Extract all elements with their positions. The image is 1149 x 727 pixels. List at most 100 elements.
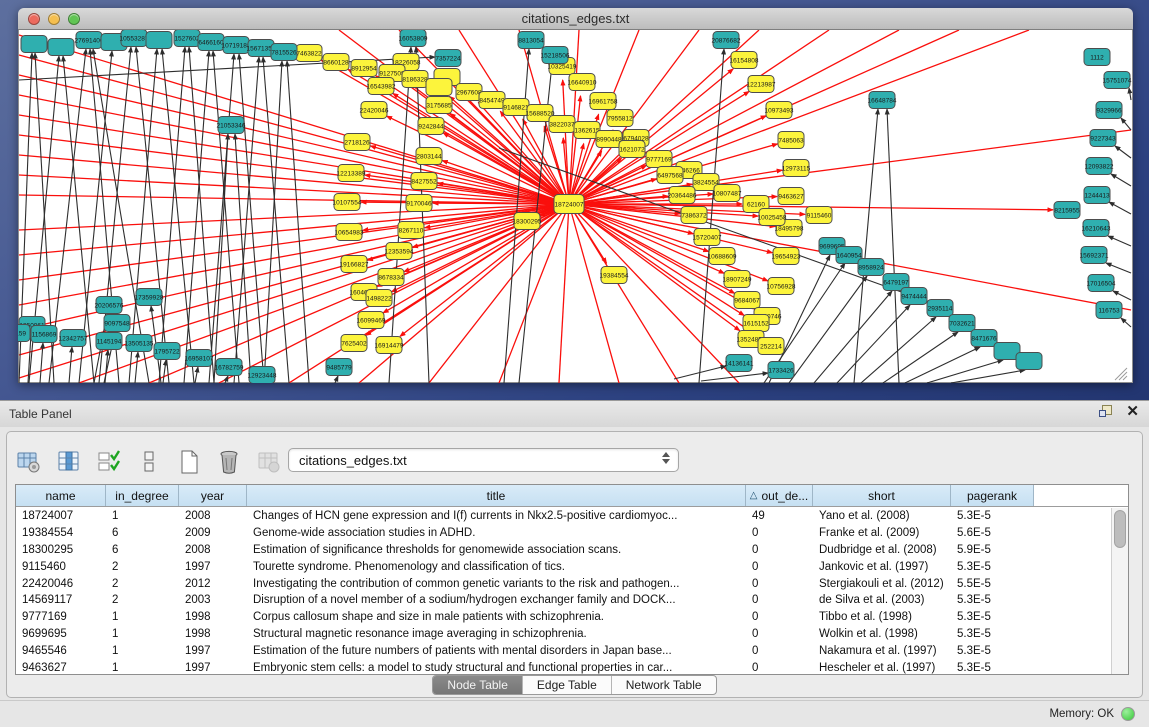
table-cell[interactable]: 2008 [179,544,247,556]
table-cell[interactable]: 9777169 [16,611,106,623]
table-cell[interactable]: 0 [746,662,813,674]
table-cell[interactable]: 5.9E-5 [951,544,1034,556]
table-cell[interactable]: Estimation of the future numbers of pati… [247,645,746,657]
table-row[interactable]: 1456911722003Disruption of a novel membe… [16,592,1111,609]
table-cell[interactable]: 6 [106,544,179,556]
resize-grip[interactable] [1123,376,1127,380]
table-cell[interactable]: 0 [746,561,813,573]
table-cell[interactable]: Investigating the contribution of common… [247,578,746,590]
network-canvas-area[interactable]: 1872400774638228660128891295418226058912… [18,30,1133,383]
table-row[interactable]: 977716911998Corpus callosum shape and si… [16,609,1111,626]
memory-status-indicator[interactable] [1121,707,1135,721]
column-header-out_de[interactable]: △out_de... [746,485,813,506]
table-cell[interactable]: Nakamura et al. (1997) [813,645,951,657]
tab-edge-table[interactable]: Edge Table [522,676,611,694]
table-row[interactable]: 1872400712008Changes of HCN gene express… [16,508,1111,525]
table-cell[interactable]: 0 [746,544,813,556]
table-cell[interactable]: 49 [746,510,813,522]
table-cell[interactable]: 5.3E-5 [951,611,1034,623]
table-cell[interactable]: 18300295 [16,544,106,556]
table-cell[interactable]: Wolkin et al. (1998) [813,628,951,640]
table-cell[interactable]: Stergiakouli et al. (2012) [813,578,951,590]
column-header-in_degree[interactable]: in_degree [106,485,179,506]
table-cell[interactable]: 5.3E-5 [951,628,1034,640]
table-cell[interactable]: 0 [746,578,813,590]
table-cell[interactable]: 1997 [179,662,247,674]
table-row[interactable]: 1830029562008Estimation of significance … [16,542,1111,559]
select-column-icon[interactable] [55,448,83,476]
graph-node[interactable] [21,36,47,53]
table-cell[interactable]: 1997 [179,561,247,573]
table-cell[interactable]: Genome-wide association studies in ADHD. [247,527,746,539]
table-cell[interactable]: 0 [746,645,813,657]
table-cell[interactable]: Yano et al. (2008) [813,510,951,522]
table-cell[interactable]: 1 [106,611,179,623]
table-row[interactable]: 2242004622012Investigating the contribut… [16,575,1111,592]
table-cell[interactable]: Tourette syndrome. Phenomenology and cla… [247,561,746,573]
table-cell[interactable]: Embryonic stem cells: a model to study s… [247,662,746,674]
table-row[interactable]: 969969511998Structural magnetic resonanc… [16,626,1111,643]
table-cell[interactable]: 2003 [179,594,247,606]
table-vertical-scrollbar[interactable] [1111,508,1128,674]
column-header-name[interactable]: name [16,485,106,506]
tab-network-table[interactable]: Network Table [611,676,716,694]
table-cell[interactable]: 2009 [179,527,247,539]
validate-rows-icon[interactable] [95,448,123,476]
table-cell[interactable]: 0 [746,527,813,539]
scrollbar-thumb[interactable] [1114,510,1126,548]
row-merge-icon[interactable] [135,448,163,476]
new-document-icon[interactable] [175,448,203,476]
window-titlebar[interactable]: citations_edges.txt [18,8,1133,30]
table-cell[interactable]: Structural magnetic resonance image aver… [247,628,746,640]
table-cell[interactable]: de Silva et al. (2003) [813,594,951,606]
table-cell[interactable]: 6 [106,527,179,539]
table-cell[interactable]: 9465546 [16,645,106,657]
column-header-year[interactable]: year [179,485,247,506]
table-cell[interactable]: 22420046 [16,578,106,590]
resize-grip[interactable] [1119,372,1127,380]
table-cell[interactable]: 14569117 [16,594,106,606]
close-panel-icon[interactable]: ✕ [1126,405,1139,418]
table-cell[interactable]: Estimation of significance thresholds fo… [247,544,746,556]
graph-node[interactable] [1016,353,1042,370]
table-cell[interactable]: 1 [106,662,179,674]
table-cell[interactable]: 1 [106,628,179,640]
table-cell[interactable]: 18724007 [16,510,106,522]
table-cell[interactable]: 0 [746,628,813,640]
trash-icon[interactable] [215,448,243,476]
table-cell[interactable]: Hescheler et al. (1997) [813,662,951,674]
table-cell[interactable]: 19384554 [16,527,106,539]
column-header-short[interactable]: short [813,485,951,506]
table-cell[interactable]: 1997 [179,645,247,657]
table-cell[interactable]: Disruption of a novel member of a sodium… [247,594,746,606]
table-settings-icon[interactable] [15,448,43,476]
column-header-title[interactable]: title [247,485,746,506]
column-header-pagerank[interactable]: pagerank [951,485,1034,506]
table-row[interactable]: 946362711997Embryonic stem cells: a mode… [16,659,1111,674]
table-cell[interactable]: 1 [106,645,179,657]
graph-node[interactable] [146,32,172,49]
table-cell[interactable]: 2 [106,594,179,606]
table-cell[interactable]: 0 [746,611,813,623]
graph-node[interactable] [48,39,74,56]
table-cell[interactable]: 2012 [179,578,247,590]
table-cell[interactable]: 9699695 [16,628,106,640]
table-cell[interactable]: 2 [106,561,179,573]
graph-node[interactable] [426,79,452,96]
table-cell[interactable]: 9463627 [16,662,106,674]
table-cell[interactable]: Changes of HCN gene expression and I(f) … [247,510,746,522]
table-cell[interactable]: Tibbo et al. (1998) [813,611,951,623]
table-cell[interactable]: 5.6E-5 [951,527,1034,539]
table-cell[interactable]: Franke et al. (2009) [813,527,951,539]
table-cell[interactable]: 1 [106,510,179,522]
table-cell[interactable]: 5.3E-5 [951,594,1034,606]
table-cell[interactable]: 1998 [179,628,247,640]
network-graph-canvas[interactable]: 1872400774638228660128891295418226058912… [18,30,1133,383]
table-cell[interactable]: 5.3E-5 [951,510,1034,522]
table-cell[interactable]: Dudbridge et al. (2008) [813,544,951,556]
float-panel-icon[interactable] [1099,405,1112,418]
table-cell[interactable]: Corpus callosum shape and size in male p… [247,611,746,623]
table-cell[interactable]: 5.3E-5 [951,662,1034,674]
table-cell[interactable]: 5.3E-5 [951,561,1034,573]
table-cell[interactable]: 2 [106,578,179,590]
